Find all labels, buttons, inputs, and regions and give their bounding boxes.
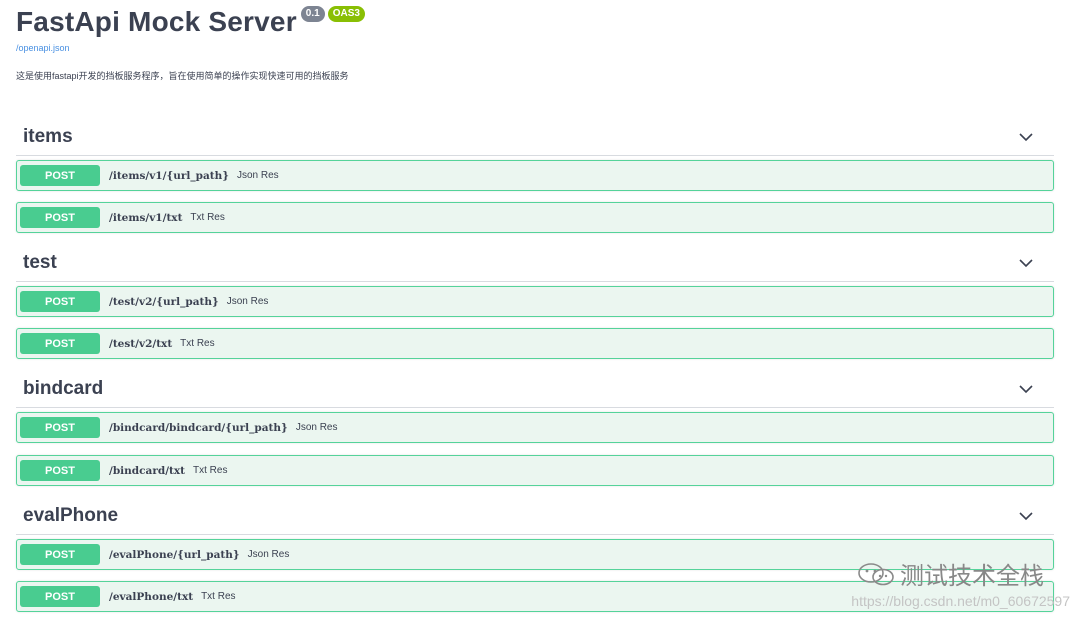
operation-post-bindcard-txt[interactable]: POST /bindcard/txt Txt Res <box>16 455 1054 486</box>
operation-post-test-url-path[interactable]: POST /test/v2/{url_path} Json Res <box>16 286 1054 317</box>
operation-summary: Json Res <box>247 549 290 560</box>
operation-post-items-txt[interactable]: POST /items/v1/txt Txt Res <box>16 202 1054 233</box>
method-badge: POST <box>20 333 100 354</box>
wechat-watermark: 测试技术全栈 <box>856 556 1044 591</box>
tag-name: test <box>23 252 57 273</box>
operation-path: /bindcard/bindcard/{url_path} <box>109 421 288 434</box>
operation-summary: Json Res <box>295 422 338 433</box>
watermark-text: 测试技术全栈 <box>900 563 1044 590</box>
tag-section-items: items <box>16 119 1054 156</box>
tag-name: items <box>23 126 73 147</box>
chevron-down-icon[interactable] <box>1016 127 1036 147</box>
operation-path: /evalPhone/{url_path} <box>109 548 240 561</box>
method-badge: POST <box>20 544 100 565</box>
method-badge: POST <box>20 460 100 481</box>
method-badge: POST <box>20 291 100 312</box>
operation-summary: Json Res <box>226 296 269 307</box>
operation-post-items-url-path[interactable]: POST /items/v1/{url_path} Json Res <box>16 160 1054 191</box>
tag-section-evalphone: evalPhone <box>16 498 1054 535</box>
tag-header-items[interactable]: items <box>16 119 1054 156</box>
version-badge: 0.1 <box>300 6 325 22</box>
operation-summary: Json Res <box>237 170 279 181</box>
operation-post-test-txt[interactable]: POST /test/v2/txt Txt Res <box>16 328 1054 359</box>
operation-summary: Txt Res <box>190 212 225 223</box>
oas-badge: OAS3 <box>327 6 365 22</box>
operation-path: /test/v2/{url_path} <box>109 295 219 308</box>
operation-path: /evalPhone/txt <box>109 590 194 603</box>
openapi-json-link[interactable]: /openapi.json <box>16 43 365 53</box>
method-badge: POST <box>20 165 100 186</box>
method-badge: POST <box>20 586 100 607</box>
chevron-down-icon[interactable] <box>1016 379 1036 399</box>
method-badge: POST <box>20 207 100 228</box>
page-title: FastApi Mock Server <box>16 6 297 37</box>
tag-header-test[interactable]: test <box>16 245 1054 282</box>
chevron-down-icon[interactable] <box>1016 506 1036 526</box>
tag-name: bindcard <box>23 378 104 399</box>
tag-header-bindcard[interactable]: bindcard <box>16 371 1054 408</box>
wechat-icon <box>858 562 894 585</box>
title-row: FastApi Mock Server 0.1 OAS3 <box>16 4 365 40</box>
tag-header-evalphone[interactable]: evalPhone <box>16 498 1054 535</box>
operation-path: /test/v2/txt <box>109 337 173 350</box>
operation-path: /items/v1/{url_path} <box>109 169 229 182</box>
method-badge: POST <box>20 417 100 438</box>
operation-summary: Txt Res <box>193 465 228 476</box>
chevron-down-icon[interactable] <box>1016 253 1036 273</box>
operation-path: /items/v1/txt <box>109 211 183 224</box>
operation-path: /bindcard/txt <box>109 464 186 477</box>
tag-section-test: test <box>16 245 1054 282</box>
url-watermark: https://blog.csdn.net/m0_60672597 <box>851 593 1070 609</box>
tag-name: evalPhone <box>23 505 119 526</box>
operation-summary: Txt Res <box>180 338 215 349</box>
api-info: FastApi Mock Server 0.1 OAS3 /openapi.js… <box>16 4 365 53</box>
api-description: 这是使用fastapi开发的挡板服务程序，旨在使用简单的操作实现快速可用的挡板服… <box>16 71 349 81</box>
operation-post-bindcard-url-path[interactable]: POST /bindcard/bindcard/{url_path} Json … <box>16 412 1054 443</box>
operation-summary: Txt Res <box>201 591 236 602</box>
tag-section-bindcard: bindcard <box>16 371 1054 408</box>
